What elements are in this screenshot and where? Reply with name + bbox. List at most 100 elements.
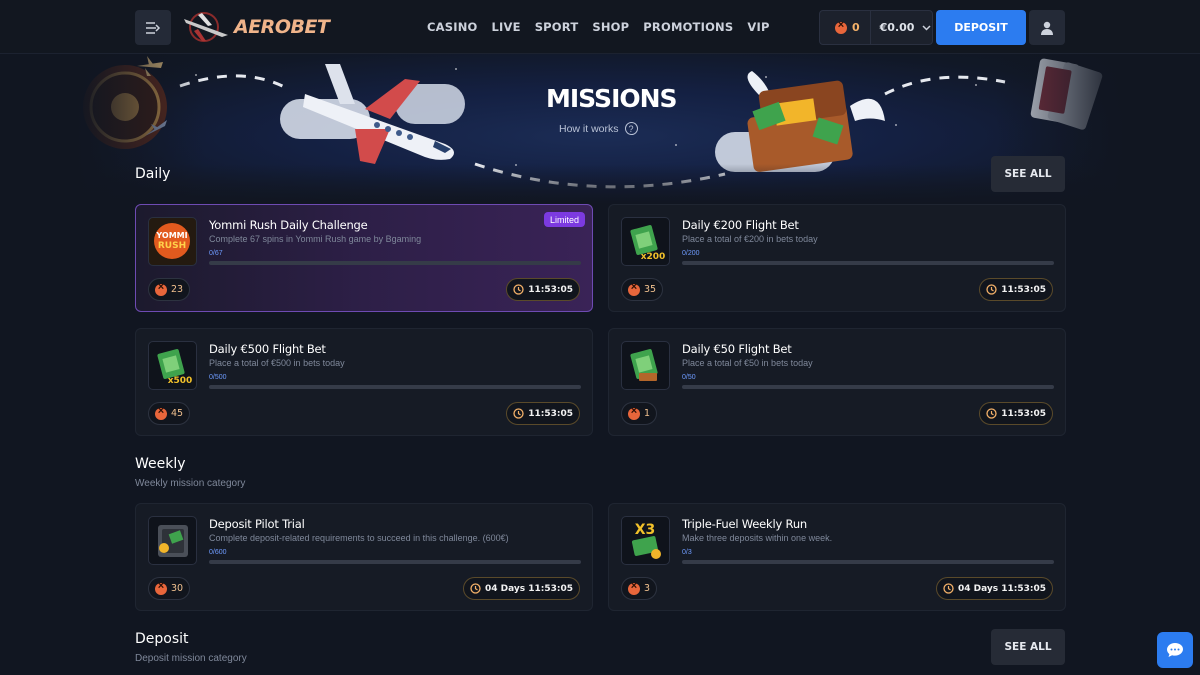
mission-description: Place a total of €500 in bets today <box>209 358 345 368</box>
reward-amount: 3 <box>644 583 651 594</box>
mission-thumbnail: x200 <box>621 217 670 266</box>
nav-promotions[interactable]: PROMOTIONS <box>643 20 733 34</box>
balance-value: €0.00 <box>879 21 915 34</box>
coin-balance[interactable]: 0 <box>820 11 871 44</box>
coin-icon <box>155 580 167 595</box>
mission-title: Deposit Pilot Trial <box>209 517 305 531</box>
mission-title: Daily €200 Flight Bet <box>682 218 799 232</box>
svg-text:YOMMI: YOMMI <box>155 231 187 240</box>
svg-text:x500: x500 <box>168 376 193 386</box>
reward-amount: 1 <box>644 408 651 419</box>
nav-vip[interactable]: VIP <box>747 20 769 34</box>
cash-stack-icon: x500 <box>157 349 193 386</box>
aerobet-logo-icon <box>184 12 228 42</box>
mission-reward: 30 <box>148 577 191 600</box>
section-title-weekly: Weekly <box>135 456 186 472</box>
top-header: AEROBET CASINO LIVE SPORT SHOP PROMOTION… <box>0 0 1200 54</box>
mission-card[interactable]: Daily €50 Flight Bet Place a total of €5… <box>608 328 1066 436</box>
mission-title: Yommi Rush Daily Challenge <box>209 218 368 232</box>
mission-description: Make three deposits within one week. <box>682 533 833 543</box>
mission-card[interactable]: Deposit Pilot Trial Complete deposit-rel… <box>135 503 593 611</box>
mission-reward: 1 <box>621 402 658 425</box>
mission-title: Daily €50 Flight Bet <box>682 342 792 356</box>
user-icon <box>1041 21 1053 35</box>
live-chat-button[interactable] <box>1157 632 1193 668</box>
mission-thumbnail: YOMMI RUSH <box>148 217 197 266</box>
nav-shop[interactable]: SHOP <box>592 20 629 34</box>
how-it-works-link[interactable]: How it works ? <box>559 122 638 135</box>
mission-description: Complete 67 spins in Yommi Rush game by … <box>209 234 422 244</box>
reward-amount: 35 <box>644 284 657 295</box>
coin-icon <box>628 405 640 420</box>
menu-toggle-button[interactable] <box>135 10 171 45</box>
mission-description: Place a total of €200 in bets today <box>682 234 818 244</box>
limited-badge: Limited <box>543 212 585 227</box>
mission-timer: 11:53:05 <box>979 278 1053 301</box>
mission-title: Daily €500 Flight Bet <box>209 342 326 356</box>
mission-description: Place a total of €50 in bets today <box>682 358 813 368</box>
section-subtitle-deposit: Deposit mission category <box>135 653 247 664</box>
nav-casino[interactable]: CASINO <box>427 20 478 34</box>
clock-icon <box>470 583 481 594</box>
chevron-down-icon <box>922 24 931 31</box>
mission-progress-bar <box>209 385 581 389</box>
mission-progress-text: 0/500 <box>209 374 227 381</box>
coin-icon <box>155 281 167 296</box>
mission-progress-text: 0/600 <box>209 549 227 556</box>
mission-timer: 11:53:05 <box>506 278 580 301</box>
mission-reward: 23 <box>148 278 191 301</box>
coin-icon <box>628 281 640 296</box>
cash-stack-icon: x200 <box>630 225 666 262</box>
brand-logo[interactable]: AEROBET <box>182 9 330 45</box>
mission-title: Triple-Fuel Weekly Run <box>682 517 807 531</box>
nav-live[interactable]: LIVE <box>492 20 521 34</box>
svg-text:x200: x200 <box>641 252 666 262</box>
mission-thumbnail: X3 <box>621 516 670 565</box>
mission-card[interactable]: YOMMI RUSH Yommi Rush Daily Challenge Co… <box>135 204 593 312</box>
clock-icon <box>986 284 997 295</box>
safe-icon <box>158 525 188 557</box>
timer-value: 11:53:05 <box>1001 408 1046 419</box>
coin-icon <box>835 19 847 34</box>
svg-text:RUSH: RUSH <box>158 241 186 251</box>
mission-reward: 35 <box>621 278 664 301</box>
deposit-button[interactable]: DEPOSIT <box>936 10 1026 45</box>
coin-icon <box>628 580 640 595</box>
mission-thumbnail: x500 <box>148 341 197 390</box>
brand-name: AEROBET <box>234 16 330 38</box>
yommi-rush-icon: YOMMI RUSH <box>154 223 190 259</box>
section-title-deposit: Deposit <box>135 631 189 647</box>
section-subtitle-weekly: Weekly mission category <box>135 478 246 489</box>
mission-reward: 45 <box>148 402 191 425</box>
wallet-widget[interactable]: 0 €0.00 <box>819 10 933 45</box>
timer-value: 11:53:05 <box>528 284 573 295</box>
mission-progress-text: 0/200 <box>682 250 700 257</box>
timer-value: 04 Days 11:53:05 <box>484 583 573 594</box>
see-all-deposit-button[interactable]: SEE ALL <box>991 629 1065 665</box>
cash-stack-icon <box>630 349 658 381</box>
clock-icon <box>986 408 997 419</box>
clock-icon <box>943 583 954 594</box>
section-title-daily: Daily <box>135 166 171 182</box>
mission-progress-text: 0/67 <box>209 250 223 257</box>
mission-timer: 04 Days 11:53:05 <box>462 577 580 600</box>
mission-card[interactable]: x200 Daily €200 Flight Bet Place a total… <box>608 204 1066 312</box>
svg-text:X3: X3 <box>635 522 656 538</box>
mission-progress-bar <box>682 385 1054 389</box>
see-all-daily-button[interactable]: SEE ALL <box>991 156 1065 192</box>
mission-progress-text: 0/3 <box>682 549 692 556</box>
page-title: MISSIONS <box>546 84 678 113</box>
mission-progress-bar <box>682 261 1054 265</box>
coin-icon <box>155 405 167 420</box>
user-profile-button[interactable] <box>1029 10 1065 45</box>
reward-amount: 30 <box>171 583 184 594</box>
money-balance[interactable]: €0.00 <box>871 21 932 34</box>
timer-value: 11:53:05 <box>1001 284 1046 295</box>
nav-sport[interactable]: SPORT <box>535 20 579 34</box>
mission-progress-bar <box>682 560 1054 564</box>
missions-banner: MISSIONS How it works ? <box>75 54 1125 204</box>
mission-card[interactable]: X3 Triple-Fuel Weekly Run Make three dep… <box>608 503 1066 611</box>
cash-x3-icon: X3 <box>631 522 661 559</box>
mission-card[interactable]: x500 Daily €500 Flight Bet Place a total… <box>135 328 593 436</box>
timer-value: 11:53:05 <box>528 408 573 419</box>
